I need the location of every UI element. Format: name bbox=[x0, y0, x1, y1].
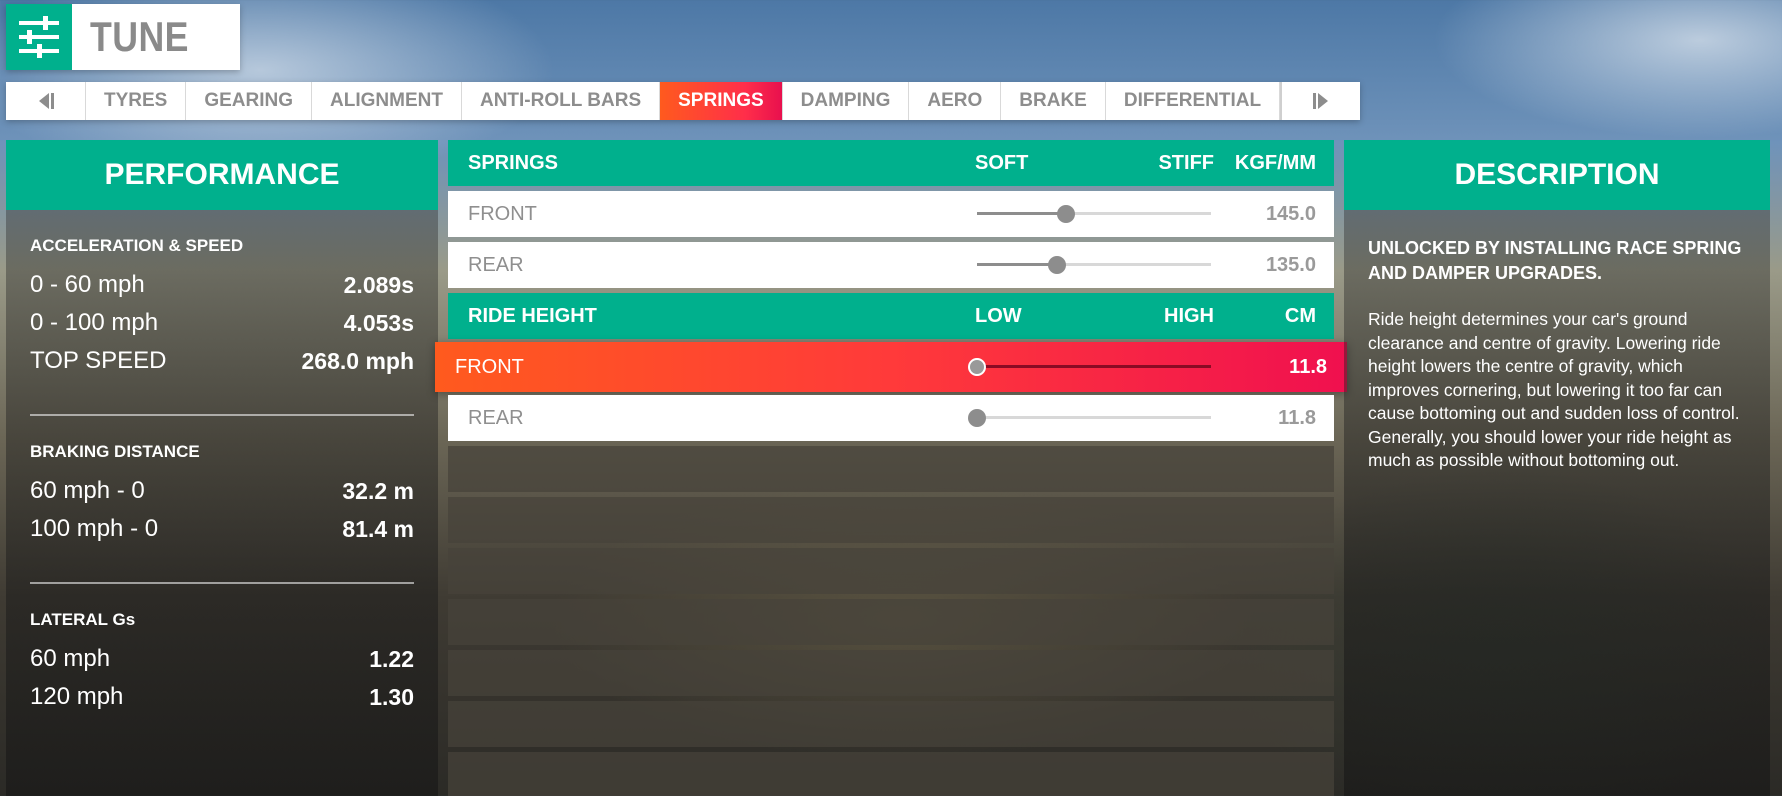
braking-section: BRAKING DISTANCE 60 mph - 0 32.2 m 100 m… bbox=[30, 414, 414, 548]
stat-row: 60 mph - 0 32.2 m bbox=[30, 472, 414, 510]
springs-rear-row[interactable]: REAR 135.0 bbox=[448, 242, 1334, 288]
stat-row: 120 mph 1.30 bbox=[30, 678, 414, 716]
slider-knob[interactable] bbox=[968, 358, 986, 376]
springs-high-label: STIFF bbox=[1158, 151, 1214, 174]
springs-header: SPRINGS SOFT STIFF KGF/MM bbox=[448, 140, 1334, 186]
tab-anti-roll-bars[interactable]: ANTI-ROLL BARS bbox=[462, 82, 661, 120]
stat-label: 100 mph - 0 bbox=[30, 515, 159, 542]
row-value: 135.0 bbox=[1265, 253, 1316, 276]
tab-gearing[interactable]: GEARING bbox=[186, 82, 313, 120]
ride-height-low-label: LOW bbox=[975, 304, 1022, 327]
slider-fill bbox=[977, 263, 1057, 266]
ride-height-header-label: RIDE HEIGHT bbox=[468, 304, 597, 327]
ride-height-rear-slider[interactable] bbox=[968, 405, 1211, 431]
next-tab-button[interactable] bbox=[1280, 82, 1360, 120]
prev-arrow-icon bbox=[38, 93, 54, 109]
stat-label: 0 - 60 mph bbox=[30, 271, 145, 298]
section-title: LATERAL Gs bbox=[30, 610, 136, 629]
row-label: REAR bbox=[468, 253, 524, 276]
ride-height-high-label: HIGH bbox=[1164, 304, 1214, 327]
springs-unit-label: KGF/MM bbox=[1234, 151, 1316, 174]
stat-label: 60 mph - 0 bbox=[30, 477, 145, 504]
row-label: REAR bbox=[468, 406, 524, 429]
stat-value: 81.4 m bbox=[342, 515, 414, 542]
tab-tyres[interactable]: TYRES bbox=[86, 82, 187, 120]
performance-title: PERFORMANCE bbox=[6, 140, 438, 210]
slider-knob[interactable] bbox=[1056, 205, 1075, 223]
empty-row bbox=[448, 446, 1334, 492]
empty-row bbox=[448, 599, 1334, 645]
page-title: TUNE bbox=[90, 13, 189, 60]
springs-front-slider[interactable] bbox=[977, 201, 1211, 227]
springs-rear-slider[interactable] bbox=[977, 252, 1211, 278]
stat-label: 60 mph bbox=[30, 645, 111, 672]
page-header: TUNE bbox=[6, 4, 240, 70]
stat-row: 60 mph 1.22 bbox=[30, 640, 414, 678]
stat-row: TOP SPEED 268.0 mph bbox=[30, 342, 414, 380]
ride-height-rear-row[interactable]: REAR 11.8 bbox=[448, 395, 1334, 441]
tune-sliders-icon bbox=[6, 4, 72, 70]
acceleration-section: ACCELERATION & SPEED 0 - 60 mph 2.089s 0… bbox=[30, 210, 414, 380]
section-title: BRAKING DISTANCE bbox=[30, 442, 200, 461]
tab-aero[interactable]: AERO bbox=[909, 82, 1002, 120]
stat-value: 32.2 m bbox=[342, 477, 414, 504]
description-panel: DESCRIPTION UNLOCKED BY INSTALLING RACE … bbox=[1344, 140, 1770, 796]
lateral-gs-section: LATERAL Gs 60 mph 1.22 120 mph 1.30 bbox=[30, 582, 414, 716]
performance-panel: PERFORMANCE ACCELERATION & SPEED 0 - 60 … bbox=[6, 140, 438, 796]
stat-value: 1.22 bbox=[369, 645, 414, 672]
empty-row bbox=[448, 701, 1334, 747]
stat-label: TOP SPEED bbox=[30, 347, 167, 374]
tab-springs[interactable]: SPRINGS bbox=[660, 82, 783, 120]
stat-value: 4.053s bbox=[343, 309, 414, 336]
springs-front-row[interactable]: FRONT 145.0 bbox=[448, 191, 1334, 237]
tab-differential[interactable]: DIFFERENTIAL bbox=[1106, 82, 1281, 120]
tab-bar: TYRES GEARING ALIGNMENT ANTI-ROLL BARS S… bbox=[6, 82, 1361, 120]
empty-row bbox=[448, 650, 1334, 696]
row-label: FRONT bbox=[455, 355, 524, 378]
row-value: 11.8 bbox=[1278, 406, 1316, 429]
row-value: 11.8 bbox=[1289, 355, 1327, 378]
stat-value: 2.089s bbox=[343, 271, 414, 298]
ride-height-unit-label: CM bbox=[1284, 304, 1316, 327]
tab-alignment[interactable]: ALIGNMENT bbox=[312, 82, 462, 120]
description-text: Ride height determines your car's ground… bbox=[1368, 309, 1740, 470]
stat-value: 268.0 mph bbox=[301, 347, 415, 374]
tab-brake[interactable]: BRAKE bbox=[1001, 82, 1106, 120]
tab-damping[interactable]: DAMPING bbox=[783, 82, 910, 120]
springs-low-label: SOFT bbox=[975, 151, 1029, 174]
stat-label: 120 mph bbox=[30, 683, 124, 710]
ride-height-front-row[interactable]: FRONT 11.8 bbox=[435, 342, 1347, 392]
empty-row bbox=[448, 752, 1334, 796]
stat-value: 1.30 bbox=[369, 683, 414, 710]
empty-row bbox=[448, 497, 1334, 543]
stat-row: 0 - 100 mph 4.053s bbox=[30, 304, 414, 342]
prev-tab-button[interactable] bbox=[6, 82, 86, 120]
description-title: DESCRIPTION bbox=[1344, 140, 1770, 210]
row-label: FRONT bbox=[468, 202, 537, 225]
section-title: ACCELERATION & SPEED bbox=[30, 236, 244, 255]
slider-knob[interactable] bbox=[968, 409, 986, 427]
springs-header-label: SPRINGS bbox=[468, 151, 559, 174]
slider-knob[interactable] bbox=[1047, 256, 1066, 274]
ride-height-header: RIDE HEIGHT LOW HIGH CM bbox=[448, 293, 1334, 339]
row-value: 145.0 bbox=[1265, 202, 1316, 225]
next-arrow-icon bbox=[1313, 93, 1329, 109]
stat-label: 0 - 100 mph bbox=[30, 309, 159, 336]
slider-fill bbox=[977, 212, 1066, 215]
empty-row bbox=[448, 548, 1334, 594]
stat-row: 0 - 60 mph 2.089s bbox=[30, 266, 414, 304]
ride-height-front-slider[interactable] bbox=[968, 354, 1211, 380]
description-subtitle: UNLOCKED BY INSTALLING RACE SPRING AND D… bbox=[1368, 238, 1742, 283]
stat-row: 100 mph - 0 81.4 m bbox=[30, 510, 414, 548]
